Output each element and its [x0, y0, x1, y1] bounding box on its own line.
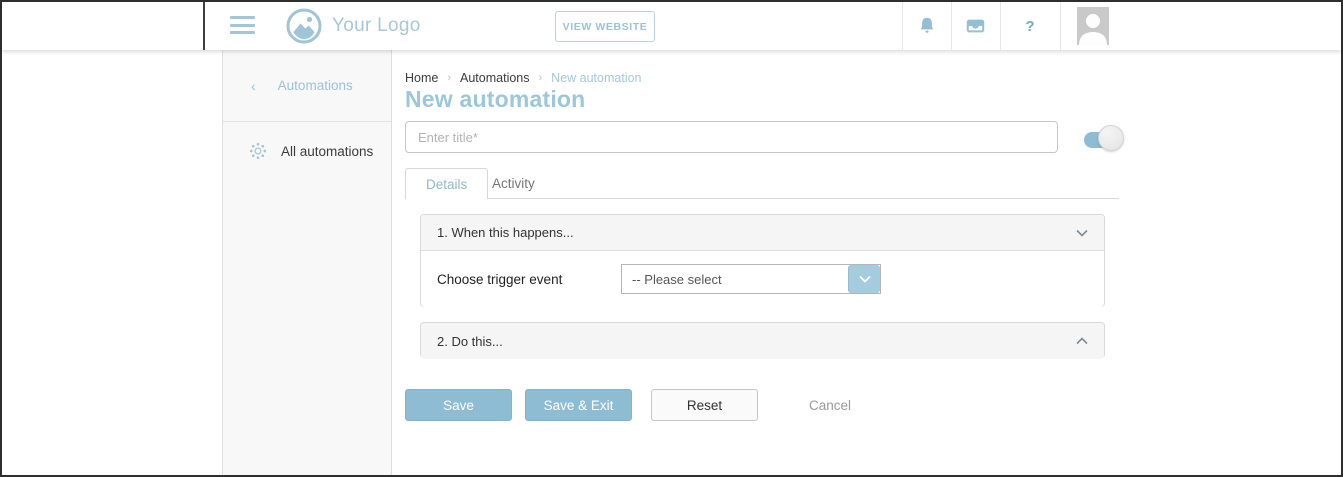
logo[interactable]: Your Logo — [286, 8, 421, 44]
inbox-tray-icon — [966, 18, 985, 34]
accordion-header-2[interactable]: 2. Do this... — [421, 323, 1104, 359]
app-window: Your Logo VIEW WEBSITE ? — [0, 0, 1343, 477]
breadcrumb: Home › Automations › New automation — [405, 71, 642, 85]
sidebar-item-all-automations[interactable]: All automations — [223, 122, 391, 180]
save-button[interactable]: Save — [405, 389, 512, 421]
header-divider — [203, 2, 205, 50]
chevron-down-icon — [1076, 229, 1088, 237]
trigger-event-select[interactable]: -- Please select — [621, 264, 881, 294]
section-when-this-happens: 1. When this happens... Choose trigger e… — [420, 214, 1105, 307]
view-website-button[interactable]: VIEW WEBSITE — [555, 11, 655, 42]
chevron-right-icon: › — [539, 72, 543, 84]
breadcrumb-automations[interactable]: Automations — [460, 71, 529, 85]
logo-image-icon — [286, 8, 322, 44]
form-actions: Save Save & Exit Reset Cancel — [405, 389, 851, 421]
cancel-link[interactable]: Cancel — [809, 398, 851, 413]
bell-icon — [918, 16, 936, 36]
accordion-header-1[interactable]: 1. When this happens... — [421, 215, 1104, 251]
trigger-event-label: Choose trigger event — [437, 272, 607, 287]
title-input[interactable] — [405, 121, 1058, 153]
logo-text: Your Logo — [332, 15, 421, 37]
chevron-up-icon — [1076, 337, 1088, 345]
tab-bar: Details Activity — [405, 168, 1119, 199]
sidebar-item-label: All automations — [281, 144, 373, 159]
chevron-right-icon: › — [447, 72, 451, 84]
user-avatar[interactable] — [1077, 7, 1109, 45]
breadcrumb-current: New automation — [551, 71, 641, 85]
select-dropdown-button[interactable] — [848, 265, 880, 293]
page-title: New automation — [405, 86, 585, 113]
reset-button[interactable]: Reset — [651, 389, 758, 421]
question-mark-icon: ? — [1025, 18, 1034, 35]
status-toggle[interactable] — [1084, 125, 1136, 151]
sidebar-section-title: Automations — [278, 78, 353, 93]
hamburger-menu-icon[interactable] — [230, 16, 255, 36]
top-header: Your Logo VIEW WEBSITE ? — [2, 2, 1341, 50]
tab-details[interactable]: Details — [405, 168, 488, 199]
select-value: -- Please select — [622, 272, 848, 287]
accordion-title: 2. Do this... — [437, 334, 503, 349]
automation-gear-icon — [249, 142, 267, 160]
help-button[interactable]: ? — [1000, 2, 1060, 50]
breadcrumb-home[interactable]: Home — [405, 71, 438, 85]
main-content: Home › Automations › New automation New … — [392, 50, 1343, 477]
sidebar: ‹ Automations All automations — [222, 50, 392, 477]
accordion-title: 1. When this happens... — [437, 225, 574, 240]
sidebar-back-automations[interactable]: ‹ Automations — [223, 50, 391, 122]
save-and-exit-button[interactable]: Save & Exit — [525, 389, 632, 421]
chevron-left-icon: ‹ — [251, 78, 256, 94]
section-do-this: 2. Do this... — [420, 322, 1105, 358]
notifications-button[interactable] — [902, 2, 951, 50]
inbox-button[interactable] — [951, 2, 1000, 50]
